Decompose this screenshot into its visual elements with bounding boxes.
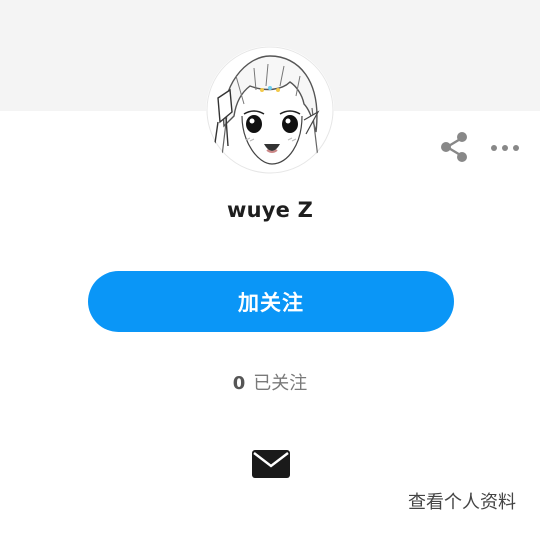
follow-button[interactable]: 加关注 bbox=[88, 271, 454, 332]
profile-page: wuye Z 加关注 0 已关注 查看个人资料 bbox=[0, 0, 540, 556]
following-label: 已关注 bbox=[253, 373, 308, 394]
following-count: 0 bbox=[232, 373, 246, 394]
share-icon[interactable] bbox=[440, 131, 468, 163]
mail-icon[interactable] bbox=[251, 449, 291, 479]
anime-avatar-icon bbox=[206, 46, 334, 174]
avatar[interactable] bbox=[206, 46, 334, 174]
following-stats[interactable]: 0 已关注 bbox=[0, 369, 540, 395]
view-profile-link[interactable]: 查看个人资料 bbox=[408, 488, 516, 514]
username: wuye Z bbox=[226, 198, 314, 222]
more-icon[interactable] bbox=[490, 140, 520, 154]
